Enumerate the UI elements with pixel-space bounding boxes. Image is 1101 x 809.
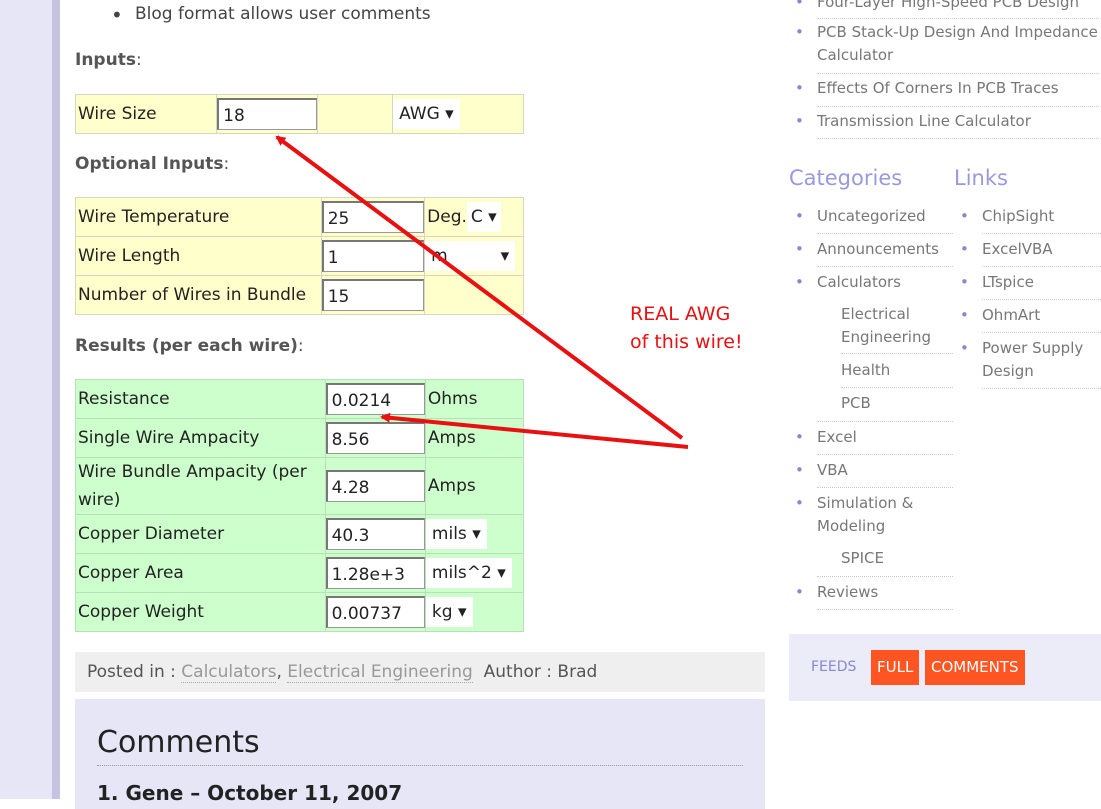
divider bbox=[841, 387, 953, 388]
subcategory-item[interactable]: PCB bbox=[841, 392, 871, 415]
recent-post-link[interactable]: PCB Stack-Up Design And Impedance Calcul… bbox=[817, 23, 1098, 64]
divider bbox=[817, 138, 1099, 139]
divider bbox=[817, 266, 953, 267]
divider bbox=[982, 332, 1101, 333]
category-item[interactable]: • VBA bbox=[795, 459, 848, 482]
category-link[interactable]: Uncategorized bbox=[817, 207, 926, 225]
divider bbox=[817, 73, 1099, 74]
category-item[interactable]: • Calculators bbox=[795, 271, 901, 294]
arrow-to-wire-size bbox=[275, 135, 684, 440]
divider bbox=[817, 421, 953, 422]
link-item[interactable]: • LTspice bbox=[960, 271, 1034, 294]
link-item[interactable]: • ExcelVBA bbox=[960, 238, 1053, 261]
sidebar-recent-item[interactable]: • Four-Layer High-Speed PCB Design bbox=[795, 0, 1087, 14]
category-link[interactable]: Announcements bbox=[817, 240, 939, 258]
divider bbox=[817, 106, 1099, 107]
divider bbox=[982, 388, 1101, 389]
category-link[interactable]: Simulation & Modeling bbox=[817, 494, 913, 535]
comments-feed-button[interactable]: COMMENTS bbox=[925, 650, 1025, 685]
category-link[interactable]: Excel bbox=[817, 428, 857, 446]
subcategory-item[interactable]: Electrical Engineering bbox=[841, 303, 951, 349]
link-item[interactable]: • OhmArt bbox=[960, 304, 1040, 327]
subcategory-item[interactable]: Health bbox=[841, 359, 890, 382]
category-item[interactable]: • Excel bbox=[795, 426, 857, 449]
categories-heading: Categories bbox=[789, 166, 903, 190]
divider bbox=[817, 454, 953, 455]
divider bbox=[982, 233, 1101, 234]
feeds-bar: FEEDS FULL COMMENTS bbox=[789, 634, 1101, 701]
subcategory-link[interactable]: Health bbox=[841, 361, 890, 379]
sidebar-recent-item[interactable]: • Effects Of Corners In PCB Traces bbox=[795, 77, 1099, 100]
blogroll-link[interactable]: LTspice bbox=[982, 273, 1034, 291]
category-item[interactable]: • Simulation & Modeling bbox=[795, 492, 927, 538]
blogroll-link[interactable]: ExcelVBA bbox=[982, 240, 1053, 258]
links-heading: Links bbox=[954, 166, 1008, 190]
category-item[interactable]: • Reviews bbox=[795, 581, 878, 604]
subcategory-link[interactable]: PCB bbox=[841, 394, 871, 412]
subcategory-link[interactable]: SPICE bbox=[841, 549, 884, 567]
category-item[interactable]: • Announcements bbox=[795, 238, 939, 261]
full-feed-button[interactable]: FULL bbox=[871, 650, 920, 685]
category-link[interactable]: Calculators bbox=[817, 273, 901, 291]
divider bbox=[817, 18, 1099, 19]
recent-post-link[interactable]: Transmission Line Calculator bbox=[817, 112, 1031, 130]
recent-post-link[interactable]: Effects Of Corners In PCB Traces bbox=[817, 79, 1059, 97]
category-link[interactable]: VBA bbox=[817, 461, 848, 479]
divider bbox=[841, 353, 953, 354]
divider bbox=[817, 576, 953, 577]
blogroll-link[interactable]: ChipSight bbox=[982, 207, 1054, 225]
blogroll-link[interactable]: Power Supply Design bbox=[982, 339, 1083, 380]
sidebar-recent-item[interactable]: • Transmission Line Calculator bbox=[795, 110, 1099, 133]
blogroll-link[interactable]: OhmArt bbox=[982, 306, 1040, 324]
arrow-to-resistance bbox=[380, 412, 689, 449]
feeds-label: FEEDS bbox=[811, 659, 857, 675]
divider bbox=[817, 487, 953, 488]
divider bbox=[982, 299, 1101, 300]
category-item[interactable]: • Uncategorized bbox=[795, 205, 926, 228]
link-item[interactable]: • Power Supply Design bbox=[960, 337, 1092, 383]
recent-post-link[interactable]: Four-Layer High-Speed PCB Design bbox=[817, 0, 1079, 11]
divider bbox=[817, 233, 953, 234]
sidebar-recent-item[interactable]: • PCB Stack-Up Design And Impedance Calcu… bbox=[795, 21, 1099, 67]
divider bbox=[817, 609, 953, 610]
subcategory-item[interactable]: SPICE bbox=[841, 547, 884, 570]
divider bbox=[982, 266, 1101, 267]
link-item[interactable]: • ChipSight bbox=[960, 205, 1054, 228]
subcategory-link[interactable]: Electrical Engineering bbox=[841, 305, 931, 346]
category-link[interactable]: Reviews bbox=[817, 583, 878, 601]
